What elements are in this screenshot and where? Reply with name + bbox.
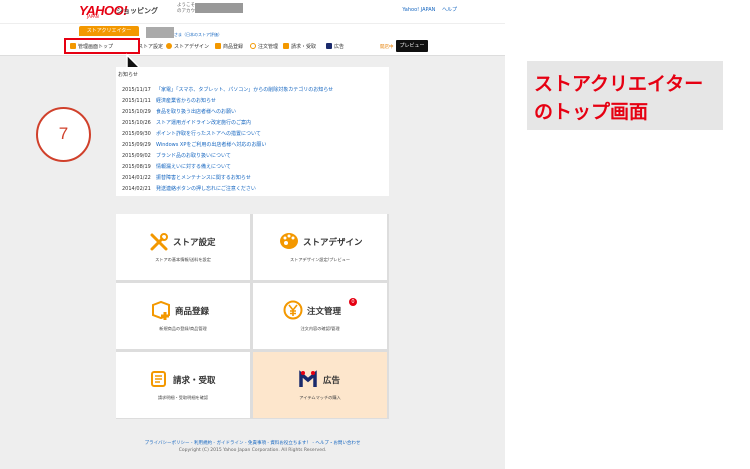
tile-description: 請求明細・受取明細を確認 <box>157 395 209 400</box>
yahoo-logo-sub: JAPAN <box>87 14 99 19</box>
scroll-icon <box>151 371 166 387</box>
tools-icon <box>150 233 168 251</box>
scroll-icon <box>283 43 289 49</box>
item-match-icon <box>326 43 332 49</box>
news-title: お知らせ <box>118 72 138 78</box>
news-date: 2015/09/30 <box>122 131 151 137</box>
nav-label: 注文管理 <box>258 44 279 50</box>
news-link[interactable]: ブランド品のお取り扱いについて <box>156 153 231 159</box>
masked-account-name <box>195 3 243 13</box>
nav-label: ストアデザイン <box>174 44 210 50</box>
news-link[interactable]: 食品を取り扱う出店者様へのお願い <box>156 109 236 115</box>
caption-line-2: のトップ画面 <box>534 101 649 123</box>
help-link[interactable]: ヘルプ <box>442 7 457 13</box>
nav-item-product-registration[interactable]: 商品登録 <box>215 43 243 50</box>
tile-title: 商品登録 <box>175 307 210 317</box>
nav-item-billing[interactable]: 請求・受取 <box>283 43 316 50</box>
news-item[interactable]: 2015/11/11 経済産業省からのお知らせ <box>122 97 216 104</box>
secondary-bar <box>0 23 505 38</box>
item-match-icon <box>299 370 317 387</box>
caption-line-1: ストアクリエイター <box>534 73 704 95</box>
news-date: 2014/01/22 <box>122 175 151 181</box>
nav-label: 商品登録 <box>223 44 244 50</box>
news-item[interactable]: 2015/11/17 「家電」「スマホ、タブレット、パソコン」からの削除対象カテゴ… <box>122 86 333 93</box>
news-link[interactable]: ストア運用ガイドライン改定施行のご案内 <box>156 120 251 126</box>
caption-box: ストアクリエイター のトップ画面 <box>527 61 723 130</box>
yen-icon <box>283 300 303 320</box>
menu-tiles: ストア設定 ストアの基本情報/送料を設定 ストアデザイン ストアデザイン設定/プ… <box>116 214 389 419</box>
news-date: 2015/10/29 <box>122 109 151 115</box>
news-link[interactable]: 経済産業省からのお知らせ <box>156 98 216 104</box>
nav-label: 広告 <box>334 44 345 50</box>
news-item[interactable]: 2015/09/29 Windows XPをご利用の出店者様へ対応のお願い <box>122 141 266 148</box>
shopping-label: ショッピング <box>116 7 158 15</box>
tile-product-registration[interactable]: 商品登録 新規商品の登録/商品管理 <box>116 283 250 349</box>
tile-ads[interactable]: 広告 アイテムマッチの購入 <box>253 352 387 418</box>
tile-store-settings[interactable]: ストア設定 ストアの基本情報/送料を設定 <box>116 214 250 280</box>
welcome-text: ようこそ のアカウ <box>177 3 195 15</box>
news-link[interactable]: 発送連絡ボタンの押し忘れにご注意ください <box>156 186 256 192</box>
preview-button[interactable]: プレビュー <box>396 40 428 52</box>
nav-label: ストア設定 <box>138 44 164 50</box>
news-date: 2014/02/21 <box>122 186 151 192</box>
news-date: 2015/09/02 <box>122 153 151 159</box>
news-link[interactable]: 振替障害とメンテナンスに関するお知らせ <box>156 175 251 181</box>
product-box-icon <box>152 300 170 320</box>
news-item[interactable]: 2015/09/02 ブランド品のお取り扱いについて <box>122 152 231 159</box>
step-number-badge: 7 <box>36 107 91 162</box>
top-links: Yahoo! JAPAN ヘルプ <box>397 6 457 13</box>
news-item[interactable]: 2015/10/29 食品を取り扱う出店者様へのお願い <box>122 108 236 115</box>
screenshot-panel: YAHOO! JAPAN ショッピング ようこそ のアカウ Yahoo! JAP… <box>0 0 505 469</box>
news-date: 2015/11/11 <box>122 98 151 104</box>
tile-description: アイテムマッチの購入 <box>299 395 341 400</box>
yen-icon <box>250 43 256 49</box>
footer-links[interactable]: プライバシーポリシー - 利用規約 - ガイドライン - 免責事項 - 資料お役… <box>0 440 505 446</box>
news-item[interactable]: 2015/10/26 ストア運用ガイドライン改定施行のご案内 <box>122 119 251 126</box>
nav-item-ads[interactable]: 広告 <box>326 43 344 50</box>
tile-order-management[interactable]: 注文管理 0 注文内容の確認/管理 <box>253 283 387 349</box>
news-link[interactable]: 「家電」「スマホ、タブレット、パソコン」からの削除対象カテゴリのお知らせ <box>156 87 333 93</box>
order-count-badge: 0 <box>349 298 357 306</box>
news-date: 2015/11/17 <box>122 87 151 93</box>
news-item[interactable]: 2015/08/19 情報漏えいに対する備えについて <box>122 163 231 170</box>
nav-item-store-settings[interactable]: ストア設定 <box>138 43 163 50</box>
store-open-status: 開店中 <box>380 45 394 50</box>
palette-icon <box>280 233 298 249</box>
news-date: 2015/09/29 <box>122 142 151 148</box>
tile-billing[interactable]: 請求・受取 請求明細・受取明細を確認 <box>116 352 250 418</box>
palette-icon <box>166 43 172 49</box>
news-item[interactable]: 2015/09/30 ポイント詐取を行ったストアへの措置について <box>122 130 261 137</box>
news-item[interactable]: 2014/01/22 振替障害とメンテナンスに関するお知らせ <box>122 174 251 181</box>
tile-title: 請求・受取 <box>173 376 216 386</box>
product-box-icon <box>215 43 221 49</box>
yahoo-japan-link[interactable]: Yahoo! JAPAN <box>402 7 435 13</box>
tile-title: ストア設定 <box>173 238 216 248</box>
footer-copyright: Copyright (C) 2015 Yahoo Japan Corporati… <box>178 448 327 453</box>
news-panel: お知らせ 2015/11/17 「家電」「スマホ、タブレット、パソコン」からの削除… <box>116 67 389 196</box>
tab-store-creator[interactable]: ストアクリエイター <box>79 26 139 36</box>
step-number: 7 <box>58 124 69 143</box>
news-date: 2015/08/19 <box>122 164 151 170</box>
highlight-box <box>64 38 140 54</box>
welcome-line-2: のアカウ <box>177 9 195 14</box>
news-link[interactable]: ポイント詐取を行ったストアへの措置について <box>156 131 261 137</box>
tile-store-design[interactable]: ストアデザイン ストアデザイン設定/プレビュー <box>253 214 387 280</box>
news-date: 2015/10/26 <box>122 120 151 126</box>
masked-store-box <box>146 27 174 38</box>
tile-description: ストアデザイン設定/プレビュー <box>289 257 351 262</box>
tile-description: 注文内容の確認/管理 <box>300 326 340 331</box>
nav-item-store-design[interactable]: ストアデザイン <box>166 43 209 50</box>
tile-title: 注文管理 <box>307 307 342 317</box>
news-link[interactable]: Windows XPをご利用の出店者様へ対応のお願い <box>156 142 266 148</box>
tile-description: ストアの基本情報/送料を設定 <box>155 257 211 262</box>
news-link[interactable]: 情報漏えいに対する備えについて <box>156 164 231 170</box>
tile-title: 広告 <box>323 376 341 386</box>
news-item[interactable]: 2014/02/21 発送連絡ボタンの押し忘れにご注意ください <box>122 185 256 192</box>
tile-title: ストアデザイン <box>303 238 363 248</box>
nav-item-order-management[interactable]: 注文管理 <box>250 43 278 50</box>
tile-description: 新規商品の登録/商品管理 <box>159 326 207 331</box>
nav-label: 請求・受取 <box>291 44 317 50</box>
